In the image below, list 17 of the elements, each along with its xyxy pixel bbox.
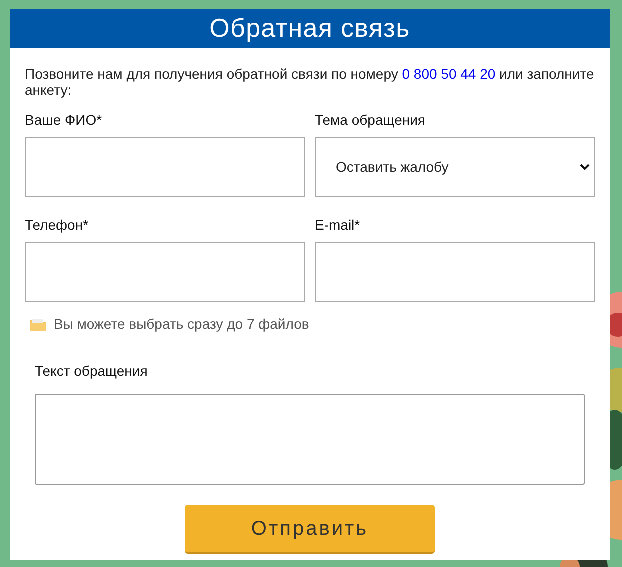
field-label: E-mail*: [315, 216, 362, 235]
phone-link[interactable]: 0 800 50 44 20: [402, 66, 496, 82]
intro-text: Позвоните нам для получения обратной связи по номеру 0 800 50 44 20 или заполните анкету:: [25, 66, 595, 98]
submit-button[interactable]: Отправить: [185, 505, 435, 554]
message-textarea[interactable]: [35, 394, 585, 485]
input-field[interactable]: [315, 242, 595, 302]
files-hint: Вы можете выбрать сразу до 7 файлов: [54, 315, 310, 334]
input-field[interactable]: [25, 242, 305, 302]
field-label: Текст обращения: [35, 362, 149, 381]
field-label: Телефон*: [25, 216, 90, 235]
field-label: Тема обращения: [315, 111, 427, 130]
chevron-down-icon: [580, 164, 590, 170]
input-field[interactable]: [25, 137, 305, 197]
topic-select[interactable]: Оставить жалобу: [315, 137, 595, 197]
form-title: Обратная связь: [210, 12, 410, 45]
folder-icon: [30, 318, 46, 331]
field-label: Ваше ФИО*: [25, 111, 104, 130]
